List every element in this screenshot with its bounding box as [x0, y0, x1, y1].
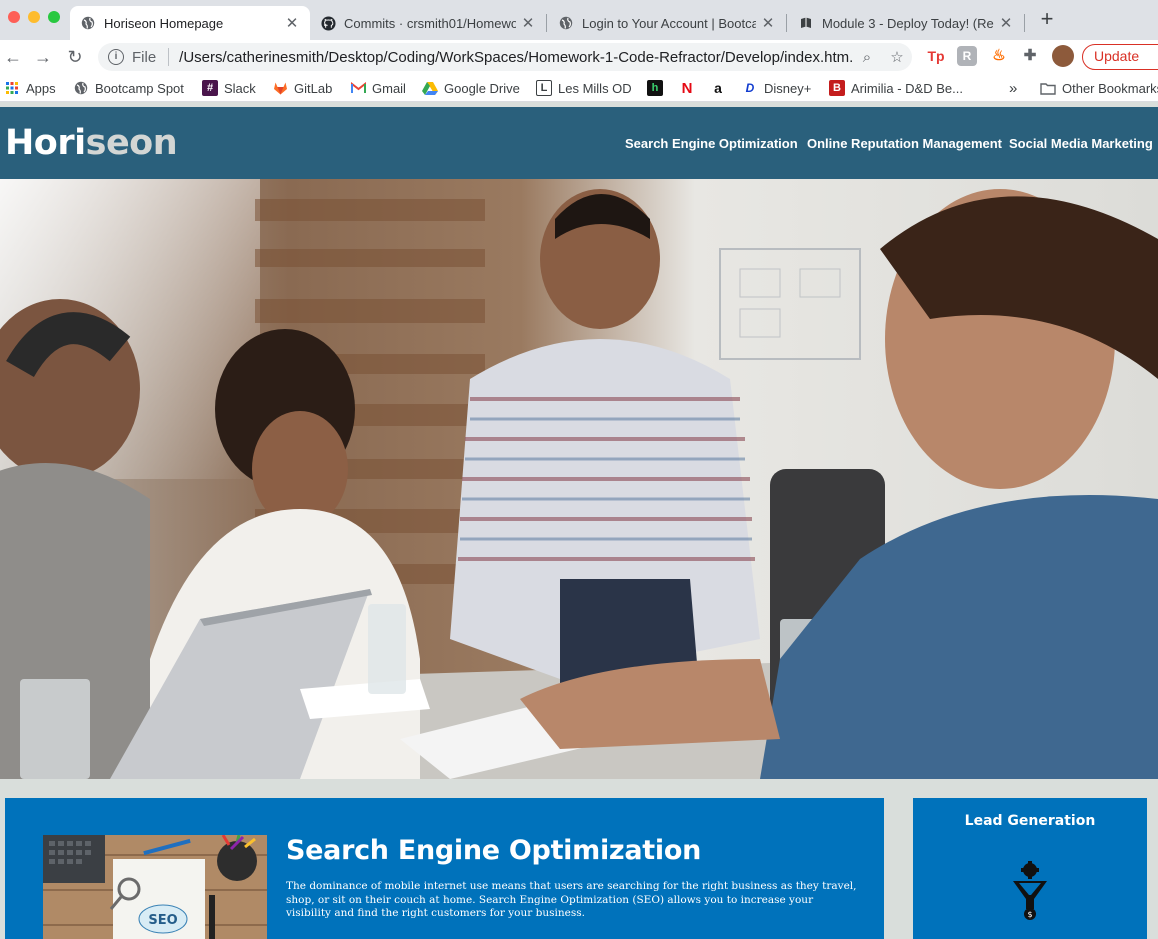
tab-bootcamp-login[interactable]: Login to Your Account | Bootca ✕ — [548, 6, 786, 40]
tab-close-icon[interactable]: ✕ — [998, 14, 1014, 32]
window-close-button[interactable] — [8, 11, 20, 23]
bookmark-arimilia[interactable]: B Arimilia - D&D Be... — [829, 79, 963, 97]
amazon-icon: a — [714, 80, 722, 96]
bookmark-label: Les Mills OD — [558, 80, 632, 96]
url-scheme: File — [132, 48, 157, 66]
svg-text:$: $ — [1027, 910, 1032, 919]
tab-title: Horiseon Homepage — [104, 15, 224, 31]
seo-image: SEO — [43, 835, 267, 939]
bookmark-label: Slack — [224, 80, 256, 96]
hero-image — [0, 179, 1158, 779]
bookmark-h[interactable]: h — [647, 79, 669, 97]
zoom-magnifier-icon[interactable]: ⌕ — [852, 49, 882, 66]
new-tab-button[interactable]: + — [1036, 8, 1058, 32]
gitlab-icon — [272, 80, 288, 96]
url-text[interactable]: /Users/catherinesmith/Desktop/Coding/Wor… — [179, 49, 852, 66]
nav-link-reputation[interactable]: Online Reputation Management — [807, 136, 1002, 151]
tab-title: Commits · crsmith01/Homewor — [344, 15, 516, 31]
tab-close-icon[interactable]: ✕ — [520, 14, 536, 32]
bookmark-label: Gmail — [372, 80, 406, 96]
forward-arrow-icon[interactable]: → — [32, 46, 54, 68]
bookmark-label: GitLab — [294, 80, 333, 96]
tp-extension-icon[interactable]: Tp — [926, 46, 946, 66]
lead-funnel-icon: $ — [1011, 861, 1049, 921]
section-body: The dominance of mobile internet use mea… — [286, 880, 857, 919]
browser-toolbar: ← → ↻ i File /Users/catherinesmith/Deskt… — [0, 40, 1158, 74]
tab-horiseon-homepage[interactable]: Horiseon Homepage ✕ — [70, 6, 310, 40]
bookmark-les-mills[interactable]: L Les Mills OD — [536, 79, 632, 97]
webpage: Horiseon Search Engine Optimization Onli… — [0, 107, 1158, 939]
bookmark-label: Arimilia - D&D Be... — [851, 80, 963, 96]
globe-icon — [80, 15, 96, 31]
address-bar[interactable]: i File /Users/catherinesmith/Desktop/Cod… — [98, 43, 912, 71]
apps-grid-icon — [4, 80, 20, 96]
r-extension-icon[interactable]: R — [957, 46, 977, 66]
back-arrow-icon[interactable]: ← — [2, 46, 24, 68]
other-bookmarks-folder[interactable]: Other Bookmarks — [1040, 79, 1158, 97]
globe-icon — [73, 80, 89, 96]
tab-title: Module 3 - Deploy Today! (Req — [822, 15, 994, 31]
bookmarks-overflow-button[interactable]: » — [1009, 79, 1017, 97]
netflix-icon: N — [681, 79, 693, 97]
profile-avatar[interactable] — [1052, 45, 1074, 67]
logo-main: Hori — [5, 123, 86, 163]
dndbeyond-icon: B — [829, 80, 845, 96]
h-icon: h — [647, 80, 663, 96]
bookmark-apps[interactable]: Apps — [4, 79, 56, 97]
github-icon — [320, 15, 336, 31]
site-header: Horiseon Search Engine Optimization Onli… — [0, 107, 1158, 179]
bookmark-label: Other Bookmarks — [1062, 80, 1158, 96]
globe-icon — [558, 15, 574, 31]
seo-image-text: SEO — [148, 913, 177, 928]
bookmark-label: Apps — [26, 80, 56, 96]
tab-close-icon[interactable]: ✕ — [284, 14, 300, 32]
site-info-icon[interactable]: i — [108, 49, 124, 65]
folder-icon — [1040, 80, 1056, 96]
bookmark-netflix[interactable]: N — [679, 79, 701, 97]
book-icon — [798, 15, 814, 31]
lesmills-icon: L — [536, 80, 552, 96]
nav-link-social-media[interactable]: Social Media Marketing — [1009, 136, 1153, 151]
bookmark-label: Google Drive — [444, 80, 520, 96]
seo-section: SEO Search Engine Optimization The domin… — [5, 798, 884, 939]
tab-title: Login to Your Account | Bootca — [582, 15, 756, 31]
bookmark-star-icon[interactable]: ☆ — [882, 48, 912, 66]
bookmark-label: Bootcamp Spot — [95, 80, 184, 96]
update-button[interactable]: Update — [1082, 44, 1158, 70]
reload-icon[interactable]: ↻ — [64, 46, 86, 68]
logo-accent: seon — [85, 123, 178, 163]
bookmark-disney[interactable]: D Disney+ — [742, 79, 812, 97]
lead-generation-card: Lead Generation $ — [913, 798, 1147, 939]
bookmark-bootcamp-spot[interactable]: Bootcamp Spot — [73, 79, 184, 97]
bookmarks-bar: Apps Bootcamp Spot # Slack GitLab Gmail … — [0, 74, 1158, 102]
bookmark-slack[interactable]: # Slack — [202, 79, 256, 97]
drive-icon — [422, 80, 438, 96]
fire-extension-icon[interactable]: ♨ — [989, 46, 1009, 66]
bookmark-gitlab[interactable]: GitLab — [272, 79, 332, 97]
window-zoom-button[interactable] — [48, 11, 60, 23]
bookmark-gmail[interactable]: Gmail — [350, 79, 406, 97]
tab-commits[interactable]: Commits · crsmith01/Homewor ✕ — [310, 6, 546, 40]
bookmark-google-drive[interactable]: Google Drive — [422, 79, 520, 97]
slack-icon: # — [202, 80, 218, 96]
window-minimize-button[interactable] — [28, 11, 40, 23]
browser-tabstrip: Horiseon Homepage ✕ Commits · crsmith01/… — [0, 0, 1158, 40]
tab-close-icon[interactable]: ✕ — [760, 14, 776, 32]
site-logo[interactable]: Horiseon — [5, 123, 178, 163]
lead-generation-title: Lead Generation — [964, 813, 1096, 829]
section-title: Search Engine Optimization — [286, 835, 701, 866]
disney-icon: D — [745, 81, 755, 95]
tab-module-3[interactable]: Module 3 - Deploy Today! (Req ✕ — [788, 6, 1024, 40]
bookmark-label: Disney+ — [764, 80, 812, 96]
bookmark-amazon[interactable]: a — [710, 79, 732, 97]
nav-link-seo[interactable]: Search Engine Optimization — [625, 136, 798, 151]
gmail-icon — [350, 80, 366, 96]
extensions-puzzle-icon[interactable]: ✚ — [1020, 46, 1040, 66]
